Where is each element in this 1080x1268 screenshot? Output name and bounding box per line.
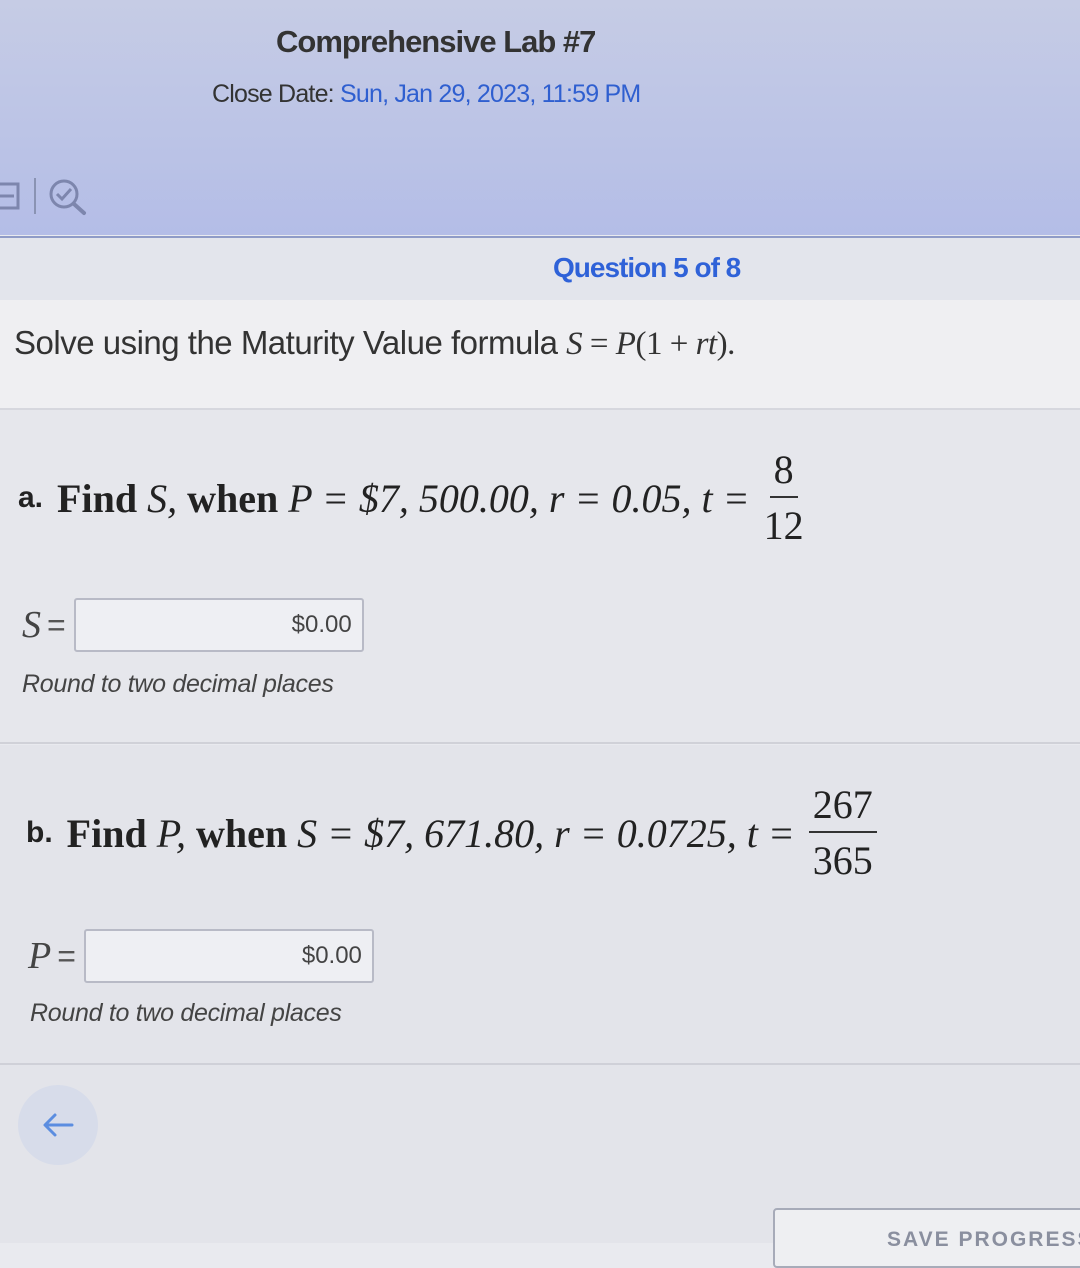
part-a-when: when [187, 475, 279, 521]
formula-lhs: S [566, 326, 583, 362]
close-date-label: Close Date: [212, 80, 335, 108]
formula-p: P [615, 326, 636, 362]
intro-sentence: Solve using the Maturity Value formula [14, 324, 558, 361]
part-a-label: a. [18, 481, 44, 514]
part-b-panel: b. Find P, when S = $7, 671.80, r = 0.07… [0, 745, 1080, 1065]
part-b-fraction: 267 365 [808, 785, 877, 883]
part-a-answer-row: S = $0.00 [22, 598, 364, 652]
part-b-answer-var: P [28, 935, 52, 977]
intro-text: Solve using the Maturity Value formula S… [14, 324, 735, 363]
question-title: Question 5 of 8 [553, 252, 741, 283]
part-b-hint: Round to two decimal places [30, 999, 342, 1027]
part-a-answer-value: $0.00 [291, 611, 352, 638]
part-a-hint: Round to two decimal places [22, 670, 334, 698]
part-a-answer-var: S [22, 604, 41, 646]
formula: S = P(1 + rt). [566, 324, 736, 362]
part-b-when: when [196, 810, 288, 856]
formula-paren-close: ). [716, 326, 736, 362]
part-a-fraction: 8 12 [764, 450, 804, 546]
part-b-prompt: b. Find P, when S = $7, 671.80, r = 0.07… [26, 785, 877, 881]
close-date: Close Date: Sun, Jan 29, 2023, 11:59 PM [212, 80, 641, 109]
part-a-answer-input[interactable]: $0.00 [73, 598, 364, 652]
part-a-t-denominator: 12 [763, 503, 804, 548]
footer: SAVE PROGRESS [0, 1065, 1080, 1268]
toolbar [0, 176, 90, 216]
formula-eq: = [582, 326, 616, 362]
part-a-condition: P = $7, 500.00, r = 0.05, t = [288, 475, 750, 521]
part-a-var: S, [147, 475, 178, 521]
part-b-answer-value: $0.00 [301, 942, 362, 969]
arrow-left-icon [43, 1113, 74, 1137]
part-b-answer-row: P = $0.00 [28, 929, 374, 983]
part-b-t-denominator: 365 [812, 838, 873, 883]
back-button[interactable] [18, 1085, 98, 1165]
part-b-condition: S = $7, 671.80, r = 0.0725, t = [297, 810, 795, 856]
intro-panel: Solve using the Maturity Value formula S… [0, 300, 1080, 410]
part-a-panel: a. Find S, when P = $7, 500.00, r = 0.05… [0, 410, 1080, 744]
formula-paren-open: (1 + [635, 326, 696, 362]
part-b-answer-eq: = [57, 937, 76, 974]
part-b-t-numerator: 267 [808, 785, 877, 833]
part-a-t-numerator: 8 [769, 450, 798, 498]
assignment-title: Comprehensive Lab #7 [276, 24, 596, 59]
part-b-find: Find [66, 810, 147, 856]
question-bar: Question 5 of 8 [0, 236, 1080, 302]
page-icon[interactable] [0, 178, 24, 214]
part-b-label: b. [26, 816, 53, 849]
part-a-prompt: a. Find S, when P = $7, 500.00, r = 0.05… [18, 450, 804, 546]
save-progress-button[interactable]: SAVE PROGRESS [773, 1208, 1080, 1268]
formula-rt: rt [695, 326, 718, 362]
part-b-answer-input[interactable]: $0.00 [83, 929, 374, 983]
part-a-answer-eq: = [47, 606, 66, 643]
header: Comprehensive Lab #7 Close Date: Sun, Ja… [0, 0, 1080, 235]
close-date-value: Sun, Jan 29, 2023, 11:59 PM [339, 80, 641, 108]
search-check-icon[interactable] [46, 176, 90, 216]
toolbar-divider [34, 178, 36, 214]
part-b-var: P, [156, 810, 186, 856]
part-a-find: Find [57, 475, 138, 521]
